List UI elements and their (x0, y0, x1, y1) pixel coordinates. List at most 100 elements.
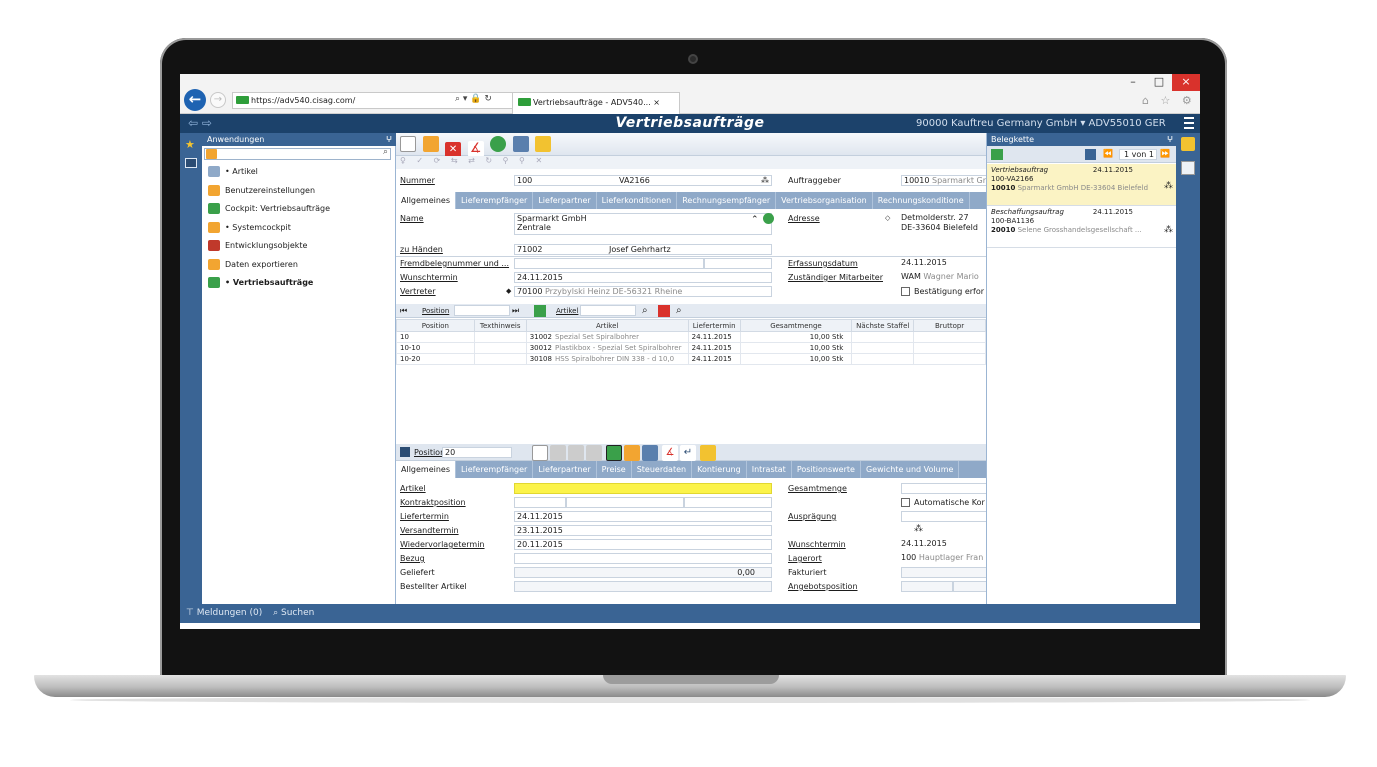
browser-toolbar-icons[interactable]: ⌂ ☆ ⚙ (1142, 94, 1196, 107)
column-header[interactable]: Texthinweis (473, 319, 527, 332)
back-button[interactable]: ← (184, 89, 206, 111)
tab[interactable]: Lieferempfänger (456, 461, 534, 478)
position-detail-input[interactable]: 20 (442, 447, 512, 458)
kontrakt-field-3[interactable] (684, 497, 772, 508)
sidebar-item[interactable]: • Artikel (208, 164, 258, 179)
pin-icon[interactable]: ⵖ (1167, 133, 1173, 146)
new-document-icon[interactable] (400, 136, 416, 152)
tab[interactable]: Gewichte und Volume (861, 461, 960, 478)
wunsch-field[interactable]: 24.11.2015 (514, 272, 772, 283)
minimize-button[interactable]: – (1120, 74, 1146, 91)
print-icon[interactable] (512, 136, 529, 152)
zuhaenden-field[interactable]: 71002 Josef Gehrhartz (514, 244, 772, 255)
search-icon[interactable]: ⌕ (273, 608, 278, 618)
next-page-icon[interactable]: ⏩ (1160, 149, 1170, 158)
column-header[interactable]: Liefertermin (687, 319, 741, 332)
grid-icon[interactable] (534, 305, 546, 317)
address-controls[interactable]: ⌕ ▾ 🔒 ↻ (455, 94, 492, 104)
bezug-field[interactable] (514, 553, 772, 564)
messages-button[interactable]: Meldungen (0) (197, 608, 263, 618)
wieder-field[interactable]: 20.11.2015 (514, 539, 772, 550)
name-field[interactable]: Sparmarkt GmbH Zentrale (514, 213, 772, 235)
auspraegung-field[interactable] (901, 511, 987, 522)
forward-button[interactable]: → (210, 92, 226, 108)
belegkette-item[interactable]: Beschaffungsauftrag 24.11.2015 100-BA1136 2… (987, 206, 1177, 248)
column-header[interactable]: Position (396, 319, 475, 332)
remove-icon[interactable] (586, 445, 602, 461)
tab[interactable]: Steuerdaten (632, 461, 693, 478)
sidebar-item[interactable]: • Vertriebsaufträge (208, 275, 313, 290)
notes-icon[interactable] (1181, 137, 1195, 151)
auftraggeber-field[interactable]: 10010 Sparmarkt Gr (901, 175, 987, 186)
column-header[interactable]: Bruttopr (913, 319, 986, 332)
bestaetigung-checkbox[interactable] (901, 287, 910, 296)
zoom-icon[interactable]: ⌕ (676, 305, 682, 316)
close-button[interactable]: × (1172, 74, 1200, 91)
new-position-icon[interactable] (532, 445, 548, 461)
search-button[interactable]: Suchen (281, 608, 314, 618)
position-edit-icon[interactable]: ∡ (662, 445, 678, 461)
paste-icon[interactable] (568, 445, 584, 461)
table-row[interactable]: 10 31002 Spezial Set Spiralbohrer 24.11.201… (396, 331, 986, 343)
filter-icon[interactable]: ⊤ (180, 608, 194, 618)
sidebar-item[interactable]: Cockpit: Vertriebsaufträge (208, 201, 330, 216)
liefer-field[interactable]: 24.11.2015 (514, 511, 772, 522)
actions-icon[interactable] (535, 136, 552, 152)
gesamt-field[interactable] (901, 483, 987, 494)
copy-icon[interactable] (550, 445, 566, 461)
position-search-input[interactable] (454, 305, 510, 316)
add-icon[interactable] (763, 213, 774, 224)
refresh-icon[interactable] (490, 136, 507, 152)
return-icon[interactable]: ↵ (680, 445, 696, 461)
column-header[interactable]: Gesamtmenge (739, 319, 853, 332)
kontrakt-field[interactable] (514, 497, 566, 508)
table-row[interactable]: 10-20 30108 HSS Spiralbohrer DIN 338 - d 1… (396, 353, 986, 365)
expand-icon[interactable] (1085, 149, 1096, 160)
tab[interactable]: Vertriebsorganisation (776, 192, 873, 209)
browser-tab[interactable]: Vertriebsaufträge - ADV540... × (512, 92, 680, 114)
tab[interactable]: Positionswerte (792, 461, 861, 478)
vertreter-field[interactable]: 70100 Przybylski Heinz DE-56321 Rheine (514, 286, 772, 297)
sidebar-item[interactable]: Daten exportieren (208, 257, 298, 272)
versand-field[interactable]: 23.11.2015 (514, 525, 772, 536)
search-icon[interactable]: ⌕ (383, 147, 388, 157)
menu-icon[interactable] (1184, 117, 1194, 129)
link-icon[interactable]: ⁂ (1164, 182, 1173, 191)
column-header[interactable]: Nächste Staffel (851, 319, 915, 332)
chain-icon[interactable] (991, 149, 1003, 160)
kontrakt-field-2[interactable] (566, 497, 684, 508)
sidebar-item[interactable]: Benutzereinstellungen (208, 183, 315, 198)
lookup-icon[interactable]: ⁂ (761, 176, 769, 185)
company-selector[interactable]: 90000 Kauftreu Germany GmbH ▾ ADV55010 G… (916, 118, 1166, 129)
tab[interactable]: Lieferkonditionen (597, 192, 678, 209)
position-actions-icon[interactable] (700, 445, 716, 461)
tab[interactable]: Intrastat (747, 461, 792, 478)
belegkette-pager[interactable]: 1 von 1 (1119, 149, 1157, 160)
clear-icon[interactable] (658, 305, 670, 317)
sidebar-search-input[interactable]: ⌕ (204, 147, 391, 160)
tab[interactable]: Preise (597, 461, 632, 478)
table-row[interactable]: 10-10 30012 Plastikbox - Spezial Set Spira… (396, 342, 986, 354)
mail-icon[interactable] (185, 158, 197, 168)
artikel-search-input[interactable] (580, 305, 636, 316)
sort-icon[interactable]: ⌃ (751, 215, 759, 225)
sidebar-item[interactable]: Entwicklungsobjekte (208, 238, 307, 253)
hand-icon[interactable] (624, 445, 640, 461)
tab[interactable]: Lieferpartner (533, 192, 597, 209)
favorites-star-icon[interactable]: ★ (185, 138, 195, 151)
variant-icon[interactable]: ⁂ (914, 524, 923, 534)
link-icon[interactable]: ⁂ (1164, 226, 1173, 235)
save-icon[interactable] (422, 136, 439, 152)
tab[interactable]: Lieferempfänger (456, 192, 534, 209)
tab[interactable]: Allgemeines (396, 192, 457, 209)
sidebar-item[interactable]: • Systemcockpit (208, 220, 291, 235)
belegkette-item[interactable]: Vertriebsauftrag 24.11.2015 100-VA2166 1001… (987, 164, 1177, 206)
nummer-field[interactable]: 100 VA2166 ⁂ (514, 175, 772, 186)
artikel-field[interactable] (514, 483, 772, 494)
search-icon[interactable]: ⌕ (642, 305, 648, 316)
tab[interactable]: Lieferpartner (533, 461, 597, 478)
column-header[interactable]: Artikel (525, 319, 689, 332)
edit-icon[interactable]: ∡ (467, 141, 484, 157)
position-save-icon[interactable] (642, 445, 658, 461)
first-page-icon[interactable]: ⏮ (400, 306, 407, 316)
